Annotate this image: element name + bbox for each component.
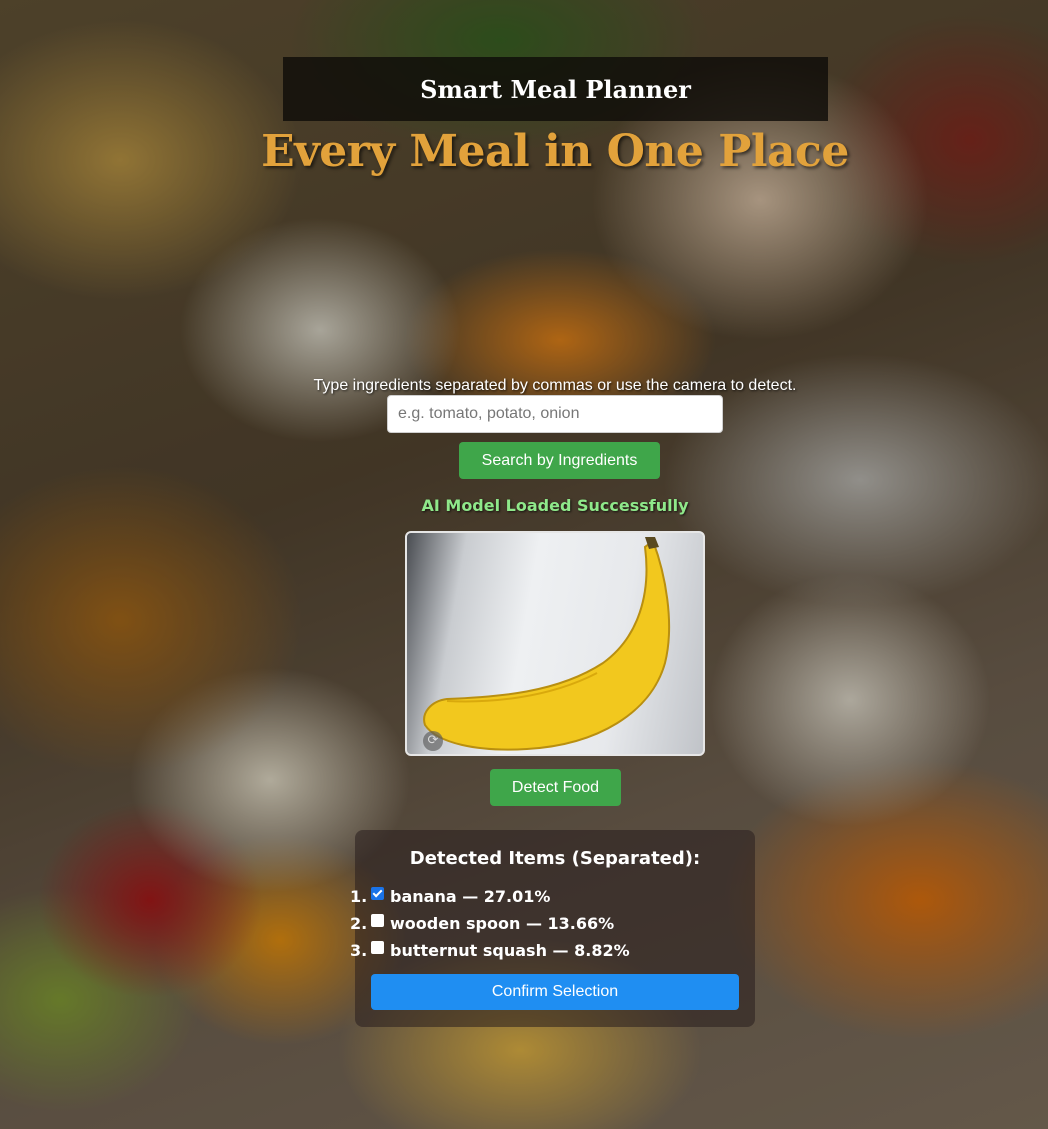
item-label: butternut squash — 8.82% [390, 940, 630, 960]
item-number: 1. [350, 886, 368, 906]
list-item: 2. wooden spoon — 13.66% [350, 912, 755, 934]
confirm-selection-button[interactable]: Confirm Selection [371, 974, 739, 1010]
item-number: 2. [350, 913, 368, 933]
ingredients-input[interactable] [387, 395, 723, 433]
item-number: 3. [350, 940, 368, 960]
item-label: banana — 27.01% [390, 886, 551, 906]
item-checkbox[interactable] [371, 886, 384, 900]
item-checkbox[interactable] [371, 940, 384, 954]
detect-food-button[interactable]: Detect Food [490, 769, 621, 806]
camera-switch-icon[interactable]: ⟳ [423, 731, 443, 751]
list-item: 3. butternut squash — 8.82% [350, 939, 755, 961]
search-hint: Type ingredients separated by commas or … [313, 377, 797, 394]
banana-image [423, 537, 671, 751]
search-by-ingredients-button[interactable]: Search by Ingredients [459, 442, 660, 479]
hero-tagline: Every Meal in One Place [261, 126, 849, 177]
item-label: wooden spoon — 13.66% [390, 913, 615, 933]
item-checkbox[interactable] [371, 913, 384, 927]
camera-preview: ⟳ [405, 531, 705, 756]
model-status: AI Model Loaded Successfully [421, 496, 689, 515]
detected-items-title: Detected Items (Separated): [409, 848, 701, 869]
header-bar: Smart Meal Planner [283, 57, 828, 121]
detected-items-panel: Detected Items (Separated): 1. banana — … [350, 830, 755, 1027]
app-title: Smart Meal Planner [420, 74, 691, 104]
list-item: 1. banana — 27.01% [350, 885, 755, 907]
